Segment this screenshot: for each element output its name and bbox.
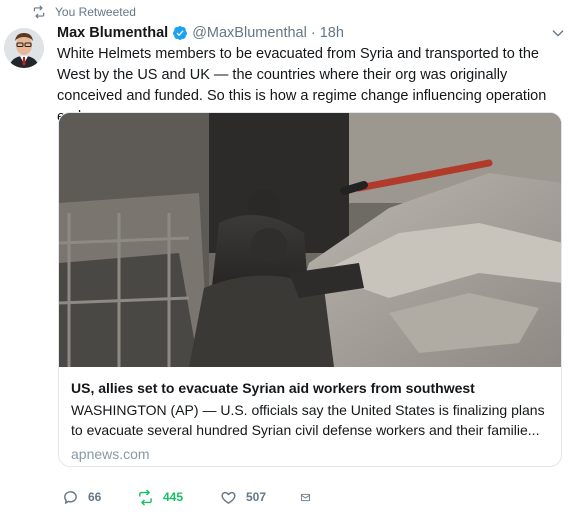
retweet-icon xyxy=(139,489,152,505)
author-name[interactable]: Max Blumenthal xyxy=(57,25,168,41)
retweet-icon xyxy=(33,5,45,19)
like-count: 507 xyxy=(246,490,267,504)
retweet-count: 445 xyxy=(163,490,184,504)
reply-icon xyxy=(64,490,77,504)
card-body: US, allies set to evacuate Syrian aid wo… xyxy=(59,367,561,464)
avatar[interactable] xyxy=(4,28,44,68)
verified-badge-icon xyxy=(173,26,188,41)
card-image xyxy=(59,113,561,367)
retweet-context-label: You Retweeted xyxy=(55,5,136,19)
like-button[interactable]: 507 xyxy=(220,489,300,506)
heart-icon xyxy=(221,491,236,504)
card-domain: apnews.com xyxy=(71,446,150,462)
chevron-down-icon[interactable] xyxy=(550,25,566,41)
card-description: WASHINGTON (AP) — U.S. officials say the… xyxy=(71,402,545,438)
envelope-icon xyxy=(300,493,311,501)
reply-count: 66 xyxy=(88,490,102,504)
link-card[interactable]: US, allies set to evacuate Syrian aid wo… xyxy=(58,112,562,467)
card-title[interactable]: US, allies set to evacuate Syrian aid wo… xyxy=(71,378,551,398)
reply-button[interactable]: 66 xyxy=(62,489,137,506)
tweet-actions: 66 445 507 xyxy=(62,486,320,508)
tweet-timestamp[interactable]: 18h xyxy=(320,25,344,41)
author-handle[interactable]: @MaxBlumenthal xyxy=(192,25,307,41)
avatar-image xyxy=(4,28,44,68)
header-separator: · xyxy=(310,25,316,41)
retweet-context: You Retweeted xyxy=(32,4,136,20)
direct-message-button[interactable] xyxy=(300,489,320,506)
retweet-button[interactable]: 445 xyxy=(137,489,220,506)
tweet-header: Max Blumenthal @MaxBlumenthal · 18h xyxy=(57,23,566,43)
